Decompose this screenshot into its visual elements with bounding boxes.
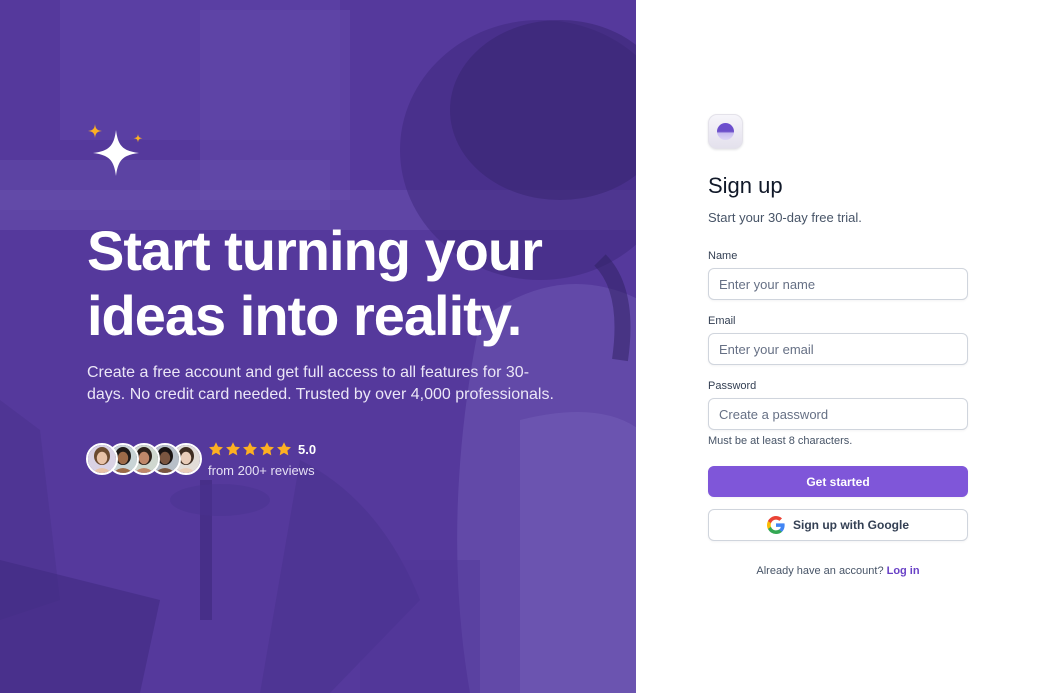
hero-panel: Start turning your ideas into reality. C… (0, 0, 636, 693)
get-started-button[interactable]: Get started (708, 466, 968, 497)
sparkle-icon (88, 124, 143, 176)
star-icon (209, 442, 223, 456)
signup-panel: Sign up Start your 30-day free trial. Na… (636, 0, 1040, 693)
logo-icon (708, 114, 743, 149)
page-title: Sign up (708, 173, 783, 198)
star-icon (260, 442, 274, 456)
login-prompt: Already have an account? (756, 565, 884, 577)
login-prompt-row: Already have an account? Log in (708, 565, 968, 577)
login-link[interactable]: Log in (887, 565, 920, 577)
name-field[interactable] (708, 268, 968, 300)
page-subtitle: Start your 30-day free trial. (708, 210, 862, 225)
rating-score: 5.0 (298, 442, 317, 457)
star-icon (243, 442, 257, 456)
hero-subtext: Create a free account and get full acces… (87, 364, 554, 403)
name-label: Name (708, 250, 738, 262)
review-count: from 200+ reviews (208, 463, 315, 478)
avatar (86, 443, 118, 475)
logo-mark (717, 123, 734, 140)
google-icon (767, 516, 785, 534)
password-hint: Must be at least 8 characters. (708, 435, 853, 447)
password-label: Password (708, 380, 757, 392)
google-button-label: Sign up with Google (793, 518, 909, 532)
email-field[interactable] (708, 333, 968, 365)
star-icon (226, 442, 240, 456)
star-icon (277, 442, 291, 456)
email-label: Email (708, 315, 736, 327)
hero-headline: Start turning your ideas into reality. (87, 219, 543, 347)
avatar-group (86, 443, 206, 475)
password-field[interactable] (708, 398, 968, 430)
star-rating (208, 441, 293, 459)
google-signup-button[interactable]: Sign up with Google (708, 509, 968, 541)
